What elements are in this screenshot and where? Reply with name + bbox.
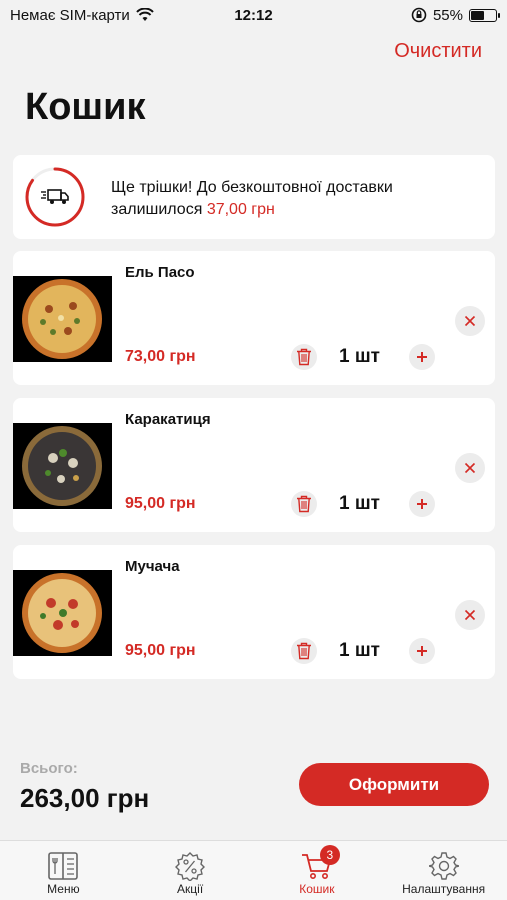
tab-bar: Меню Акції 3 Кошик Налаштування	[0, 840, 507, 900]
close-icon	[464, 609, 476, 621]
total-label: Всього:	[20, 760, 78, 777]
increase-quantity-button[interactable]	[409, 491, 435, 517]
close-icon	[464, 315, 476, 327]
product-price: 73,00 грн	[125, 348, 196, 365]
free-delivery-card: Ще трішки! До безкоштовної доставки зали…	[13, 155, 495, 239]
cart-item: Каракатиця 95,00 грн 1 шт	[13, 398, 495, 532]
cart-count-badge: 3	[319, 845, 340, 865]
quantity-value: 1 шт	[339, 493, 380, 514]
rotation-lock-icon	[411, 7, 427, 23]
cart-item: Мучача 95,00 грн 1 шт	[13, 545, 495, 679]
tab-cart[interactable]: 3 Кошик	[254, 841, 381, 900]
close-icon	[464, 462, 476, 474]
tab-label: Налаштування	[402, 882, 486, 896]
increase-quantity-button[interactable]	[409, 344, 435, 370]
product-image	[13, 570, 112, 656]
tab-label: Меню	[47, 882, 80, 896]
remove-item-button[interactable]	[455, 453, 485, 483]
product-name: Каракатиця	[125, 411, 211, 428]
product-price: 95,00 грн	[125, 642, 196, 659]
remove-item-button[interactable]	[455, 600, 485, 630]
tab-label: Кошик	[299, 882, 335, 896]
plus-icon	[417, 352, 427, 362]
delivery-truck-icon	[41, 189, 69, 204]
remove-item-button[interactable]	[455, 306, 485, 336]
clear-cart-button[interactable]: Очистити	[394, 40, 482, 63]
trash-icon	[297, 495, 311, 513]
quantity-value: 1 шт	[339, 640, 380, 661]
product-name: Ель Пасо	[125, 264, 195, 281]
plus-icon	[417, 499, 427, 509]
product-price: 95,00 грн	[125, 495, 196, 512]
delivery-message: Ще трішки! До безкоштовної доставки зали…	[111, 177, 475, 221]
cart-item: Ель Пасо 73,00 грн 1 шт	[13, 251, 495, 385]
carrier-label: Немає SIM-карти	[10, 6, 130, 24]
tab-promotions[interactable]: Акції	[127, 841, 254, 900]
status-left: Немає SIM-карти	[10, 7, 154, 24]
tab-settings[interactable]: Налаштування	[380, 841, 507, 900]
battery-icon	[469, 8, 500, 22]
total-value: 263,00 грн	[20, 783, 150, 813]
cart-icon: 3	[300, 845, 340, 883]
battery-percent: 55%	[432, 6, 463, 24]
trash-icon	[297, 642, 311, 660]
discount-icon	[173, 849, 207, 883]
status-right: 55%	[411, 6, 500, 24]
increase-quantity-button[interactable]	[409, 638, 435, 664]
delete-button[interactable]	[291, 491, 317, 517]
page-title: Кошик	[25, 86, 146, 128]
status-bar: Немає SIM-карти 12:12 55%	[0, 0, 507, 30]
trash-icon	[297, 348, 311, 366]
delete-button[interactable]	[291, 344, 317, 370]
gear-icon	[427, 849, 461, 883]
wifi-icon	[136, 8, 154, 21]
product-name: Мучача	[125, 558, 180, 575]
checkout-button[interactable]: Оформити	[299, 763, 489, 806]
quantity-value: 1 шт	[339, 346, 380, 367]
delete-button[interactable]	[291, 638, 317, 664]
plus-icon	[417, 646, 427, 656]
delivery-remaining-amount: 37,00 грн	[206, 201, 275, 218]
menu-book-icon	[46, 849, 80, 883]
tab-label: Акції	[177, 882, 204, 896]
product-image	[13, 276, 112, 362]
tab-menu[interactable]: Меню	[0, 841, 127, 900]
product-image	[13, 423, 112, 509]
delivery-progress-ring	[25, 167, 85, 227]
